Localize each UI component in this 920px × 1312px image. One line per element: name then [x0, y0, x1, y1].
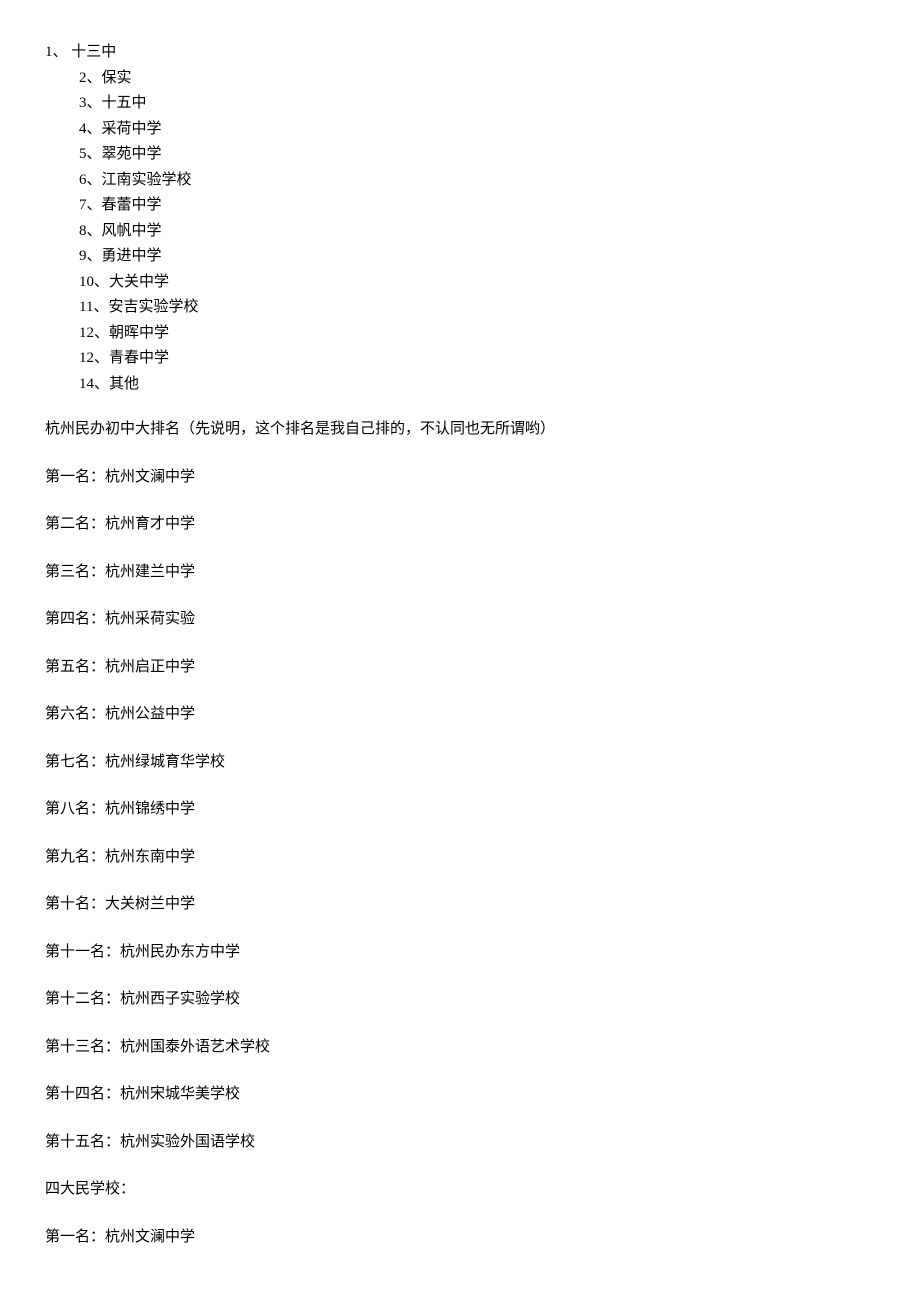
item-sep: 、: [87, 121, 102, 137]
item-sep: 、: [94, 350, 109, 366]
rank-item: 第九名：杭州东南中学: [45, 845, 875, 871]
item-sep: 、: [87, 95, 102, 111]
item-sep: 、: [87, 70, 102, 86]
item-name: 翠苑中学: [102, 146, 162, 162]
list-item: 7、春蕾中学: [79, 193, 875, 219]
big4-list: 第一名：杭州文澜中学: [45, 1225, 875, 1251]
list-item: 2、保实: [79, 66, 875, 92]
item-sep: 、: [87, 146, 102, 162]
big4-heading: 四大民学校：: [45, 1177, 875, 1203]
list-item: 8、风帆中学: [79, 219, 875, 245]
item-name: 江南实验学校: [102, 172, 192, 188]
item-name: 朝晖中学: [109, 325, 169, 341]
item-name: 十三中: [71, 44, 116, 60]
item-sep: 、: [94, 274, 109, 290]
public-school-list: 1、 十三中 2、保实 3、十五中 4、采荷中学 5、翠苑中学 6、江南实验学校…: [45, 40, 875, 397]
list-item: 12、青春中学: [79, 346, 875, 372]
list-item: 12、朝晖中学: [79, 321, 875, 347]
private-ranking-heading: 杭州民办初中大排名（先说明，这个排名是我自己排的，不认同也无所谓哟）: [45, 417, 875, 443]
item-sep: 、: [53, 44, 68, 60]
item-number: 7: [79, 197, 87, 213]
item-number: 9: [79, 248, 87, 264]
rank-item: 第四名：杭州采荷实验: [45, 607, 875, 633]
item-sep: 、: [94, 325, 109, 341]
list-item: 6、江南实验学校: [79, 168, 875, 194]
item-name: 春蕾中学: [102, 197, 162, 213]
rank-item: 第一名：杭州文澜中学: [45, 1225, 875, 1251]
item-name: 保实: [102, 70, 132, 86]
rank-item: 第十四名：杭州宋城华美学校: [45, 1082, 875, 1108]
rank-item: 第十名：大关树兰中学: [45, 892, 875, 918]
list-item: 3、十五中: [79, 91, 875, 117]
list-item: 11、安吉实验学校: [79, 295, 875, 321]
list-item: 9、勇进中学: [79, 244, 875, 270]
item-sep: 、: [87, 172, 102, 188]
item-name: 青春中学: [109, 350, 169, 366]
item-number: 8: [79, 223, 87, 239]
item-name: 风帆中学: [102, 223, 162, 239]
item-number: 12: [79, 350, 94, 366]
rank-item: 第七名：杭州绿城育华学校: [45, 750, 875, 776]
item-sep: 、: [93, 299, 108, 315]
rank-item: 第六名：杭州公益中学: [45, 702, 875, 728]
item-number: 3: [79, 95, 87, 111]
rank-item: 第十三名：杭州国泰外语艺术学校: [45, 1035, 875, 1061]
item-name: 勇进中学: [102, 248, 162, 264]
rank-item: 第一名：杭州文澜中学: [45, 465, 875, 491]
item-name: 十五中: [102, 95, 147, 111]
item-number: 10: [79, 274, 94, 290]
item-name: 大关中学: [109, 274, 169, 290]
item-number: 14: [79, 376, 94, 392]
list-item: 14、其他: [79, 372, 875, 398]
item-number: 1: [45, 44, 53, 60]
item-sep: 、: [87, 223, 102, 239]
list-item: 10、大关中学: [79, 270, 875, 296]
rank-item: 第三名：杭州建兰中学: [45, 560, 875, 586]
list-item: 1、 十三中: [45, 40, 875, 66]
item-number: 4: [79, 121, 87, 137]
item-number: 12: [79, 325, 94, 341]
rank-item: 第二名：杭州育才中学: [45, 512, 875, 538]
item-number: 5: [79, 146, 87, 162]
item-number: 11: [79, 299, 93, 315]
item-name: 采荷中学: [102, 121, 162, 137]
rank-item: 第五名：杭州启正中学: [45, 655, 875, 681]
item-number: 6: [79, 172, 87, 188]
item-number: 2: [79, 70, 87, 86]
item-sep: 、: [94, 376, 109, 392]
item-sep: 、: [87, 248, 102, 264]
list-item: 4、采荷中学: [79, 117, 875, 143]
item-sep: 、: [87, 197, 102, 213]
rank-item: 第十一名：杭州民办东方中学: [45, 940, 875, 966]
private-ranking-list: 第一名：杭州文澜中学 第二名：杭州育才中学 第三名：杭州建兰中学 第四名：杭州采…: [45, 465, 875, 1156]
item-name: 安吉实验学校: [108, 299, 198, 315]
item-name: 其他: [109, 376, 139, 392]
rank-item: 第八名：杭州锦绣中学: [45, 797, 875, 823]
list-item: 5、翠苑中学: [79, 142, 875, 168]
rank-item: 第十二名：杭州西子实验学校: [45, 987, 875, 1013]
rank-item: 第十五名：杭州实验外国语学校: [45, 1130, 875, 1156]
